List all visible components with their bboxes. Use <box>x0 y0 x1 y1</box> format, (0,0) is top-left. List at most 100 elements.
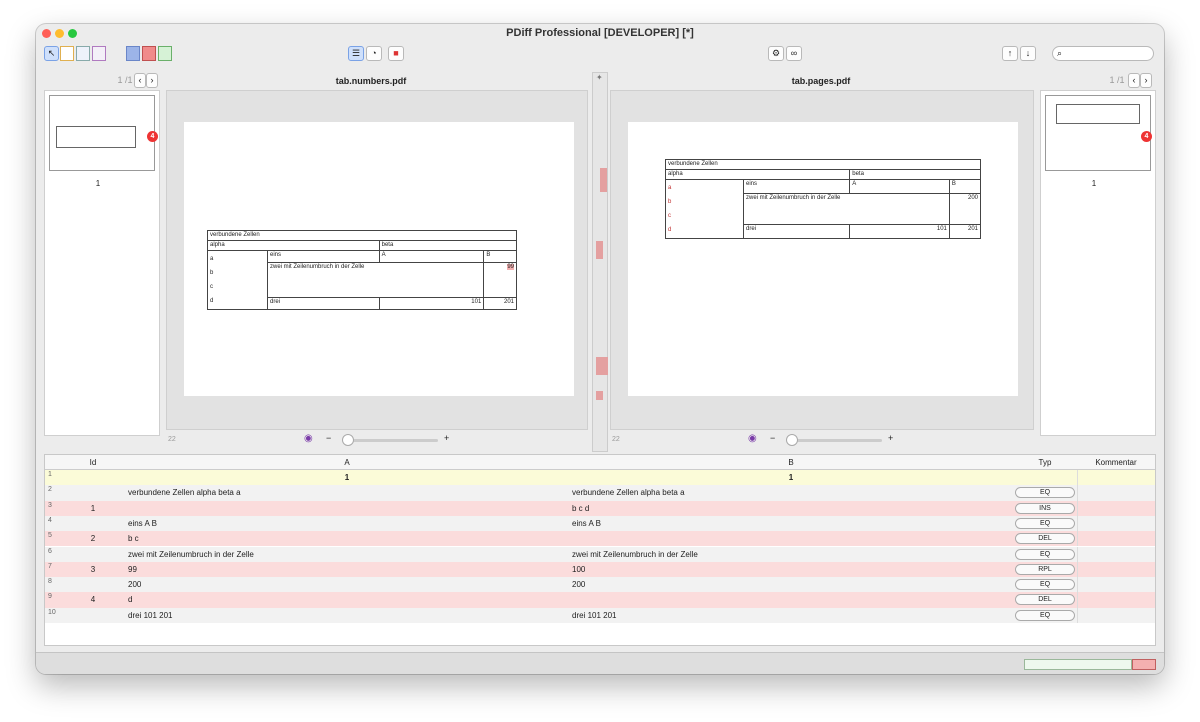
change-marker[interactable] <box>600 168 607 192</box>
table-row[interactable]: 10 drei 101 201 drei 101 201 EQ <box>45 607 1155 623</box>
cell-kommentar[interactable] <box>1077 485 1155 501</box>
right-compass-icon[interactable]: ◉ <box>748 433 757 444</box>
cell-b: b c d <box>572 503 590 513</box>
left-table-201: 201 <box>483 296 517 311</box>
right-prev-page-button[interactable]: ‹ <box>1128 73 1140 88</box>
pointer-tool-button[interactable]: ↖ <box>44 46 59 61</box>
view-single-button[interactable] <box>60 46 74 61</box>
cell-id <box>61 485 125 500</box>
table-row[interactable]: 2 verbundene Zellen alpha beta a verbunden… <box>45 485 1155 501</box>
view-split-button[interactable] <box>92 46 106 61</box>
typ-badge[interactable]: INS <box>1015 502 1075 514</box>
cell-kommentar[interactable] <box>1077 546 1155 562</box>
right-zoom-in-icon[interactable]: + <box>888 433 893 443</box>
right-next-page-button[interactable]: › <box>1140 73 1152 88</box>
right-pdf-table: verbundene Zellen alpha beta a b c d eins… <box>664 159 982 240</box>
left-pdf-table: verbundene Zellen alpha beta a b c d eins… <box>207 230 518 311</box>
col-a-header[interactable]: A <box>125 455 569 470</box>
cell-b: zwei mit Zeilenumbruch in der Zelle <box>572 549 698 559</box>
cell-kommentar[interactable] <box>1077 561 1155 578</box>
left-page-footer: 22 <box>168 436 176 443</box>
change-marker[interactable] <box>596 241 603 259</box>
typ-badge[interactable]: EQ <box>1015 487 1075 499</box>
left-document-pane: verbundene Zellen alpha beta a b c d eins… <box>166 90 588 430</box>
cell-kommentar[interactable] <box>1077 470 1155 486</box>
cell-id: 4 <box>90 595 96 605</box>
typ-badge[interactable]: EQ <box>1015 609 1075 621</box>
table-row[interactable]: 3 1 b c d INS <box>45 500 1155 516</box>
pin-icon: ✦ <box>596 73 603 82</box>
status-diff-meter <box>1132 659 1156 670</box>
table-row[interactable]: 1 1 1 <box>45 470 1155 486</box>
table-row[interactable]: 8 200 200 EQ <box>45 577 1155 593</box>
right-thumbnail-panel: 4 1 <box>1040 90 1156 436</box>
left-page: verbundene Zellen alpha beta a b c d eins… <box>184 122 574 396</box>
typ-badge[interactable]: EQ <box>1015 517 1075 529</box>
cell-a: b c <box>128 534 139 544</box>
typ-badge[interactable]: EQ <box>1015 579 1075 591</box>
right-zoom-out-icon[interactable]: − <box>770 433 775 443</box>
right-table-alpha: alpha <box>664 169 851 180</box>
overlay-mode-button[interactable]: ◔ <box>366 46 382 61</box>
change-marker[interactable] <box>596 391 603 400</box>
cell-kommentar[interactable] <box>1077 592 1155 608</box>
col-b-header[interactable]: B <box>569 455 1013 470</box>
col-id-header[interactable]: Id <box>61 455 125 470</box>
left-zoom-out-icon[interactable]: − <box>326 433 331 443</box>
left-table-letter-d: d <box>210 298 214 304</box>
table-row[interactable]: 4 eins A B eins A B EQ <box>45 515 1155 532</box>
row-number: 9 <box>48 593 52 601</box>
layout-green-button[interactable] <box>158 46 172 61</box>
typ-badge[interactable]: RPL <box>1015 563 1075 575</box>
right-document-pane: verbundene Zellen alpha beta a b c d eins… <box>610 90 1034 430</box>
change-overview-strip[interactable]: ✦ <box>592 72 608 452</box>
cell-b: eins A B <box>572 518 601 528</box>
left-next-page-button[interactable]: › <box>146 73 158 88</box>
cell-kommentar[interactable] <box>1077 577 1155 593</box>
table-row[interactable]: 7 3 99 100 RPL <box>45 561 1155 578</box>
right-zoom-slider[interactable] <box>786 439 882 442</box>
right-table-header: verbundene Zellen <box>665 159 981 170</box>
cell-kommentar[interactable] <box>1077 531 1155 547</box>
left-zoom-in-icon[interactable]: + <box>444 433 449 443</box>
arrow-up-icon[interactable]: ↑ <box>1002 46 1018 61</box>
left-prev-page-button[interactable]: ‹ <box>134 73 146 88</box>
compare-mode-button[interactable]: ☰ <box>348 46 364 61</box>
gear-icon[interactable]: ⚙ <box>768 46 784 61</box>
left-table-letter-c: c <box>210 284 213 290</box>
left-compass-icon[interactable]: ◉ <box>304 433 313 444</box>
layout-red-button[interactable] <box>142 46 156 61</box>
cell-a: 99 <box>128 564 137 574</box>
color-mode-button[interactable]: ■ <box>388 46 404 61</box>
cell-kommentar[interactable] <box>1077 607 1155 623</box>
table-row[interactable]: 6 zwei mit Zeilenumbruch in der Zelle zwei… <box>45 546 1155 562</box>
search-input[interactable]: ⌕ <box>1052 46 1154 61</box>
left-table-zwei: zwei mit Zeilenumbruch in der Zelle <box>266 262 485 298</box>
right-table-beta: beta <box>849 169 981 180</box>
row-number: 6 <box>48 547 52 555</box>
table-row[interactable]: 5 2 b c DEL <box>45 531 1155 547</box>
col-kommentar-header[interactable]: Kommentar <box>1077 455 1155 470</box>
cell-a: 1 <box>344 473 350 482</box>
left-table-letter-a: a <box>210 256 214 262</box>
left-thumbnail[interactable] <box>49 95 155 171</box>
right-zoom-knob[interactable] <box>786 434 798 446</box>
left-zoom-knob[interactable] <box>342 434 354 446</box>
cell-a: verbundene Zellen alpha beta a <box>128 488 241 498</box>
arrow-down-icon[interactable]: ↓ <box>1020 46 1036 61</box>
typ-badge[interactable]: DEL <box>1015 533 1075 545</box>
cell-kommentar[interactable] <box>1077 500 1155 516</box>
right-thumbnail[interactable] <box>1045 95 1151 171</box>
right-filename: tab.pages.pdf <box>791 76 851 86</box>
layout-blue-button[interactable] <box>126 46 140 61</box>
table-row[interactable]: 9 4 d DEL <box>45 592 1155 608</box>
typ-badge[interactable]: DEL <box>1015 594 1075 606</box>
cell-kommentar[interactable] <box>1077 515 1155 532</box>
change-marker[interactable] <box>596 357 608 375</box>
left-table-header: verbundene Zellen <box>207 230 517 241</box>
view-grid-button[interactable] <box>76 46 90 61</box>
col-typ-header[interactable]: Typ <box>1013 455 1077 470</box>
left-zoom-slider[interactable] <box>342 439 438 442</box>
typ-badge[interactable]: EQ <box>1015 548 1075 560</box>
link-icon[interactable]: ∞ <box>786 46 802 61</box>
